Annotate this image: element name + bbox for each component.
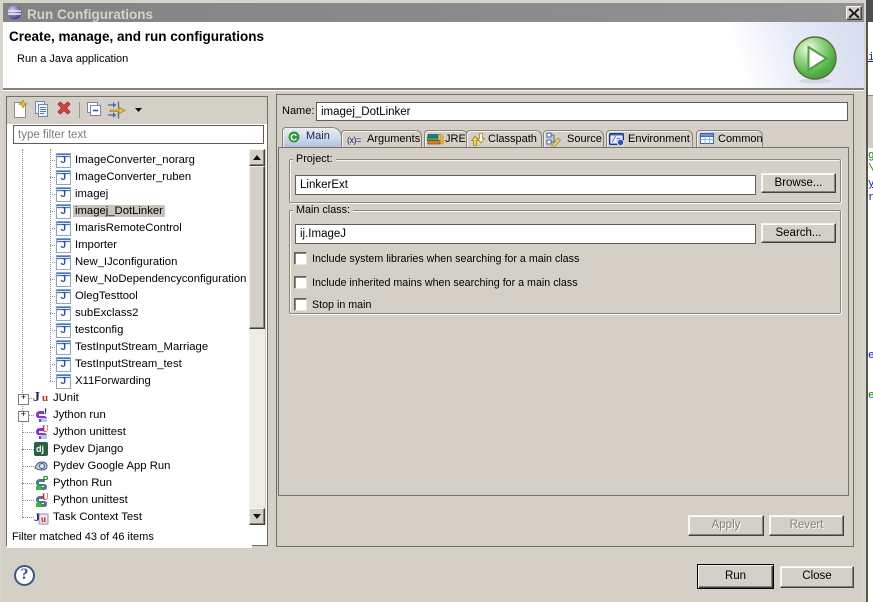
svg-text:dj: dj [36, 444, 44, 454]
svg-text:P: P [43, 475, 49, 484]
svg-text:J: J [34, 510, 40, 524]
svg-text:U: U [42, 424, 49, 434]
svg-text:u: u [41, 514, 46, 524]
svg-text:U: U [42, 492, 49, 502]
svg-text:J: J [43, 407, 47, 416]
svg-text:C: C [290, 133, 297, 143]
